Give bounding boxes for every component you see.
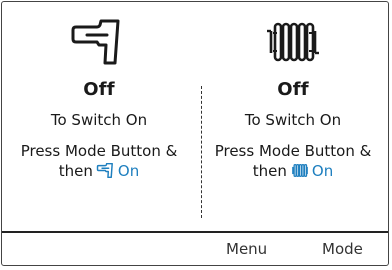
tap-icon [71, 19, 120, 65]
menu-softkey[interactable]: Menu [226, 240, 267, 258]
footer-divider [2, 231, 388, 233]
heating-panel: Off To Switch On Press Mode Button & the… [196, 2, 390, 228]
on-label: On [311, 162, 334, 180]
then-label: then [58, 162, 93, 180]
hot-water-instruction-press: Press Mode Button & [20, 142, 178, 160]
heating-instruction-switch: To Switch On [244, 111, 342, 129]
heating-status: Off [277, 79, 309, 100]
radiator-icon [267, 22, 319, 62]
hot-water-instruction-then: then On [2, 162, 196, 180]
then-label: then [252, 162, 287, 180]
radiator-icon [292, 163, 308, 178]
heating-instruction-then: then On [196, 162, 390, 180]
hot-water-instruction-switch: To Switch On [50, 111, 148, 129]
mode-softkey[interactable]: Mode [322, 240, 363, 258]
thermostat-screen: Off To Switch On Press Mode Button & the… [1, 1, 389, 266]
hot-water-status: Off [83, 79, 115, 100]
on-label: On [117, 162, 140, 180]
heating-instruction-press: Press Mode Button & [214, 142, 372, 160]
tap-icon [96, 163, 113, 178]
hot-water-panel: Off To Switch On Press Mode Button & the… [2, 2, 196, 228]
